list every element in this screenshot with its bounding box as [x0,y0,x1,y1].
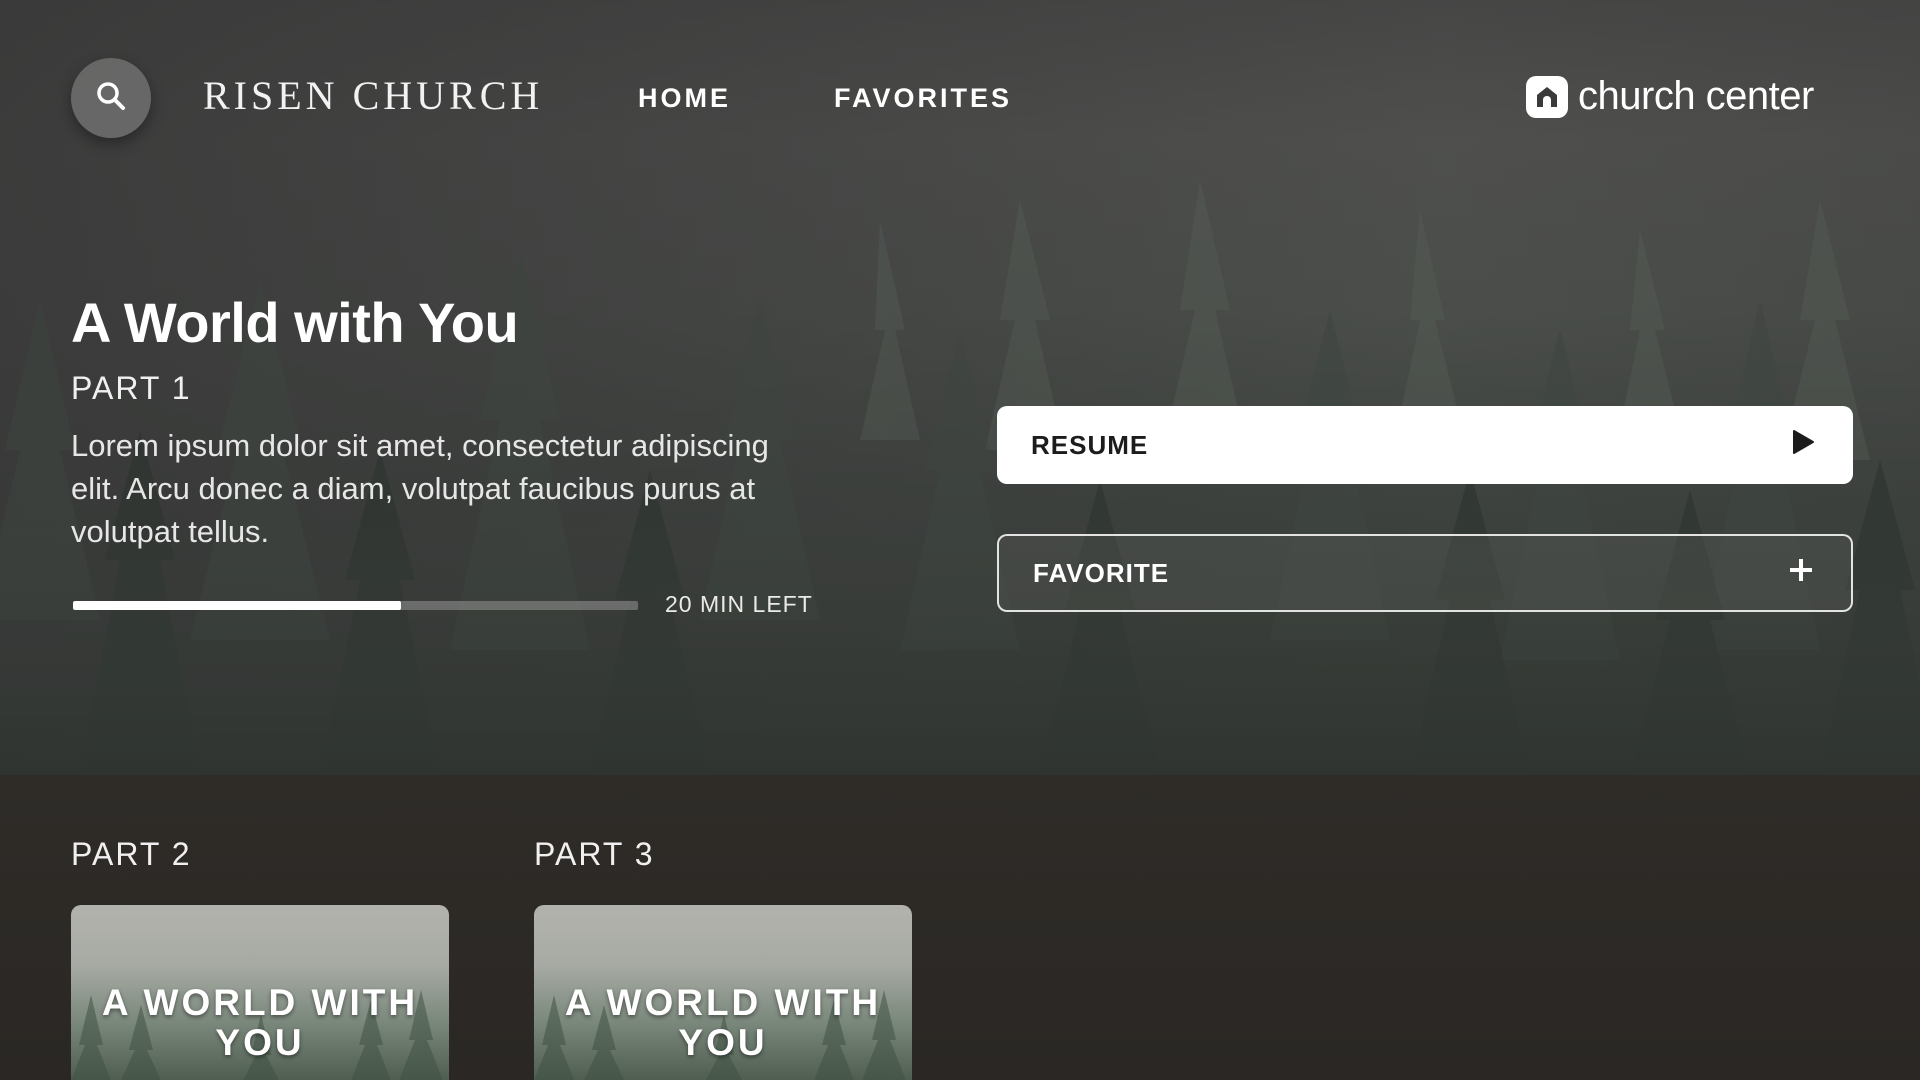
episode-subtitle: PART 1 [71,370,192,406]
episode-description: Lorem ipsum dolor sit amet, consectetur … [71,428,769,549]
church-name[interactable]: RISEN CHURCH [203,72,543,119]
episode-label-part-3: PART 3 [534,836,655,872]
card-title: A WORLD WITH YOU [101,982,419,1063]
church-center-logo: church center [1526,74,1814,119]
search-icon [95,80,127,117]
episode-card-part-2[interactable]: A WORLD WITH YOU [71,905,449,1080]
favorite-button[interactable]: FAVORITE [997,534,1853,612]
episode-card-part-3[interactable]: A WORLD WITH YOU [534,905,912,1080]
nav-favorites[interactable]: FAVORITES [834,83,1012,114]
card-title: A WORLD WITH YOU [564,982,882,1063]
home-icon [1526,75,1568,118]
resume-button[interactable]: RESUME [997,406,1853,484]
top-nav-bar: RISEN CHURCH HOME FAVORITES church cente… [0,0,1920,200]
progress-bar [73,601,638,610]
episode-label-part-2: PART 2 [71,836,192,872]
time-left-label: 20 MIN LEFT [665,591,813,617]
favorite-button-label: FAVORITE [1033,557,1170,588]
progress-bar-fill [73,601,401,610]
church-center-logo-text: church center [1578,74,1814,118]
nav-home[interactable]: HOME [638,83,731,114]
play-icon [1791,429,1815,462]
plus-icon [1789,558,1813,589]
search-button[interactable] [71,58,151,138]
resume-button-label: RESUME [1031,429,1149,460]
app-screen: RISEN CHURCH HOME FAVORITES church cente… [0,0,1920,1080]
page-title: A World with You [71,291,519,354]
